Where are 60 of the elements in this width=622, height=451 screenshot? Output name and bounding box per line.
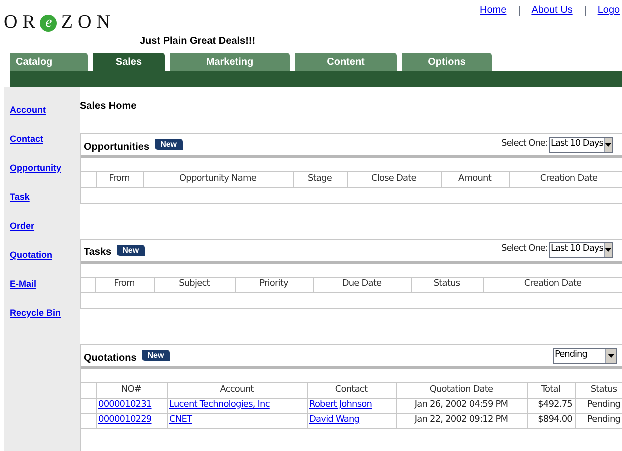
sidebar-link[interactable]: Task [10,190,80,204]
column-header: From [96,172,143,187]
table-cell: Pending [575,413,622,428]
section-title: Quotations [84,352,137,366]
column-header: Amount [441,172,509,187]
tagline: Just Plain Great Deals!!! [140,35,256,49]
sidebar-link[interactable]: Order [10,219,80,233]
column-header: Priority [235,278,313,292]
nav-tab[interactable]: Options [402,53,492,71]
section-title: Opportunities [84,140,150,154]
column-header: Due Date [313,278,411,292]
table-link[interactable]: 0000010231 [98,400,152,410]
sidebar-link[interactable]: Recycle Bin [10,306,80,320]
column-header: NO# [96,383,167,398]
table-cell: Jan 26, 2002 04:59 PM [396,398,527,413]
sidebar-link[interactable]: E-Mail [10,277,80,291]
column-header: Total [527,383,575,398]
top-nav-link[interactable]: About Us [532,3,573,18]
filter-label: Select One: [502,243,548,256]
column-header: Creation Date [483,278,622,292]
column-header: Account [167,383,307,398]
new-button[interactable]: New [154,139,184,150]
table-link[interactable]: 0000010229 [98,414,152,425]
nav-tab[interactable]: Sales [93,53,165,71]
filter-dropdown[interactable]: Pending [553,348,617,364]
top-nav-link[interactable]: Home [480,3,507,18]
column-header: Status [411,278,483,292]
column-header: From [95,278,154,292]
column-header: Subject [154,278,235,292]
filter-dropdown[interactable]: Last 10 Days [549,242,613,258]
page-title: Sales Home [80,101,138,113]
table-cell: $894.00 [527,413,575,428]
table-link[interactable]: David Wang [310,414,360,425]
table-link[interactable]: Robert Johnson [310,400,372,410]
filter-dropdown[interactable]: Last 10 Days [549,136,613,152]
new-button[interactable]: New [142,350,170,361]
column-header: Stage [293,172,347,187]
sidebar-link[interactable]: Account [10,103,80,117]
table-cell: Pending [575,398,622,413]
table-link[interactable]: Lucent Technologies, Inc [170,400,270,410]
sidebar-link[interactable]: Quotation [10,248,80,262]
top-nav-link[interactable]: Logo [598,3,620,18]
table-link[interactable]: CNET [170,414,192,425]
column-header: Opportunity Name [143,172,293,187]
sidebar-link[interactable]: Opportunity [10,161,80,175]
column-header: Close Date [347,172,441,187]
nav-tab[interactable]: Marketing [170,53,290,71]
column-header: Quotation Date [396,383,527,398]
column-header: Creation Date [509,172,622,187]
new-button[interactable]: New [116,244,146,256]
section-title: Tasks [84,246,112,260]
nav-tab[interactable]: Catalog [10,53,88,71]
column-header: Status [575,383,622,398]
filter-label: Select One: [502,138,548,151]
column-header: Contact [307,383,396,398]
table-cell: Jan 22, 2002 09:12 PM [396,413,527,428]
sidebar-link[interactable]: Contact [10,132,80,146]
table-cell: $492.75 [527,398,575,413]
nav-tab[interactable]: Content [295,53,397,71]
logo: OR e ZON [4,11,116,35]
